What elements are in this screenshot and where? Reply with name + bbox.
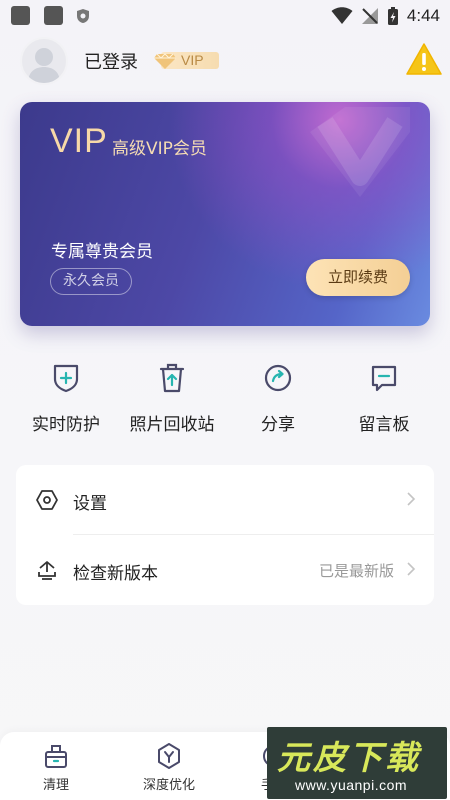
clean-box-icon xyxy=(45,745,67,768)
message-board-icon xyxy=(371,365,397,392)
check-update-label: 检查新版本 xyxy=(73,564,158,584)
chevron-right-icon xyxy=(407,562,416,576)
share-icon xyxy=(264,364,292,392)
wifi-icon xyxy=(331,7,353,24)
nav-label: 深度优化 xyxy=(142,778,195,793)
vip-exclusive-text: 专属尊贵会员 xyxy=(51,242,153,262)
username: 已登录 xyxy=(84,52,138,73)
warning-icon[interactable] xyxy=(406,42,442,76)
chevron-right-icon xyxy=(407,492,416,506)
vip-card: VIP 高级VIP会员 专属尊贵会员 永久会员 立即续费 xyxy=(20,102,430,326)
quick-action-message-board[interactable]: 留言板 xyxy=(334,362,434,442)
shield-icon xyxy=(77,9,89,23)
vip-badge-label: VIP xyxy=(181,52,204,68)
quick-action-share[interactable]: 分享 xyxy=(228,362,328,442)
watermark: 元皮下载 www.yuanpi.com xyxy=(267,727,447,799)
watermark-url: www.yuanpi.com xyxy=(295,777,408,793)
signal-off-icon xyxy=(361,8,378,24)
battery-charging-icon xyxy=(387,7,398,25)
quick-action-photo-recycle-bin[interactable]: 照片回收站 xyxy=(122,362,222,442)
settings-list: 设置 检查新版本 已是最新版 xyxy=(16,465,434,605)
nav-label: 清理 xyxy=(42,778,69,793)
vip-emblem-icon xyxy=(310,107,410,197)
renew-button[interactable]: 立即续费 xyxy=(306,259,410,296)
vip-level: 高级VIP会员 xyxy=(112,139,207,159)
upload-update-icon xyxy=(38,561,56,580)
vip-title: VIP xyxy=(50,122,108,160)
trash-restore-icon xyxy=(159,363,185,393)
app-icon xyxy=(11,6,30,25)
nav-item-clean[interactable]: 清理 xyxy=(16,742,96,793)
shield-plus-icon xyxy=(53,364,79,393)
quick-action-label: 照片回收站 xyxy=(129,415,215,435)
app-icon xyxy=(44,6,63,25)
avatar[interactable] xyxy=(20,37,68,85)
quick-action-label: 实时防护 xyxy=(32,415,100,435)
hexagon-settings-icon xyxy=(36,490,58,510)
vip-badge: VIP xyxy=(153,50,219,70)
check-update-row[interactable]: 检查新版本 已是最新版 xyxy=(16,535,434,605)
watermark-title: 元皮下载 xyxy=(277,738,421,777)
status-bar: 4:44 xyxy=(0,0,450,32)
nav-item-deep-optimize[interactable]: 深度优化 xyxy=(129,742,209,793)
quick-action-realtime-protection[interactable]: 实时防护 xyxy=(16,362,116,442)
diamond-icon xyxy=(154,53,176,69)
optimize-icon xyxy=(158,743,180,769)
membership-type-badge: 永久会员 xyxy=(50,268,132,295)
quick-action-label: 留言板 xyxy=(358,415,410,435)
quick-action-label: 分享 xyxy=(261,415,295,435)
clock: 4:44 xyxy=(406,6,440,25)
settings-label: 设置 xyxy=(73,494,107,514)
user-icon xyxy=(28,48,60,83)
update-status: 已是最新版 xyxy=(318,562,394,580)
settings-row[interactable]: 设置 xyxy=(16,465,434,535)
